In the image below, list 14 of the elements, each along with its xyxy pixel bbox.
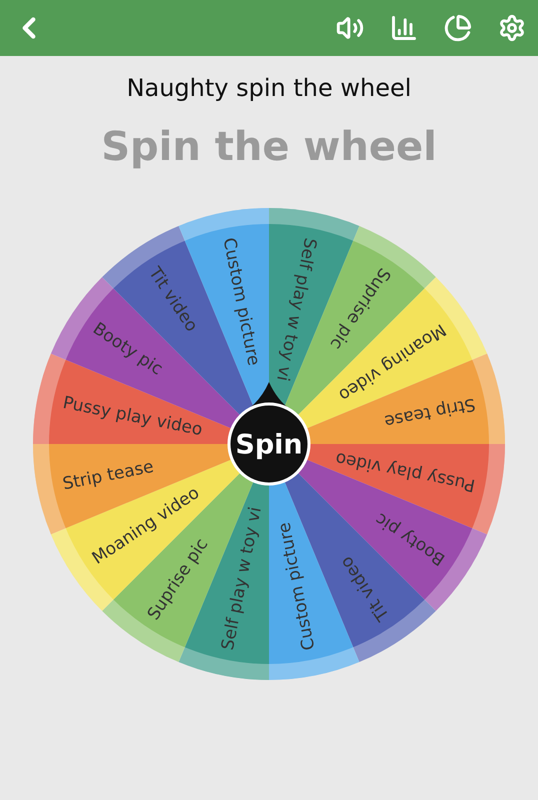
segment-label: Strip tease [382, 394, 477, 432]
settings-icon[interactable] [498, 14, 526, 42]
segment-label: Pussy play video [61, 392, 204, 440]
segment-label: Self play w toy vi [272, 236, 320, 383]
segment-label: Strip tease [61, 456, 156, 494]
title: Spin the wheel [101, 124, 437, 170]
pie-chart-icon[interactable] [444, 14, 472, 42]
segment-label: Pussy play video [334, 448, 477, 496]
segment-label: Custom picture [274, 520, 320, 652]
speaker-icon[interactable] [336, 14, 364, 42]
segment-label: Self play w toy vi [218, 505, 266, 652]
subtitle: Naughty spin the wheel [126, 74, 412, 102]
bar-chart-icon[interactable] [390, 14, 418, 42]
segment-label: Custom picture [218, 236, 264, 368]
